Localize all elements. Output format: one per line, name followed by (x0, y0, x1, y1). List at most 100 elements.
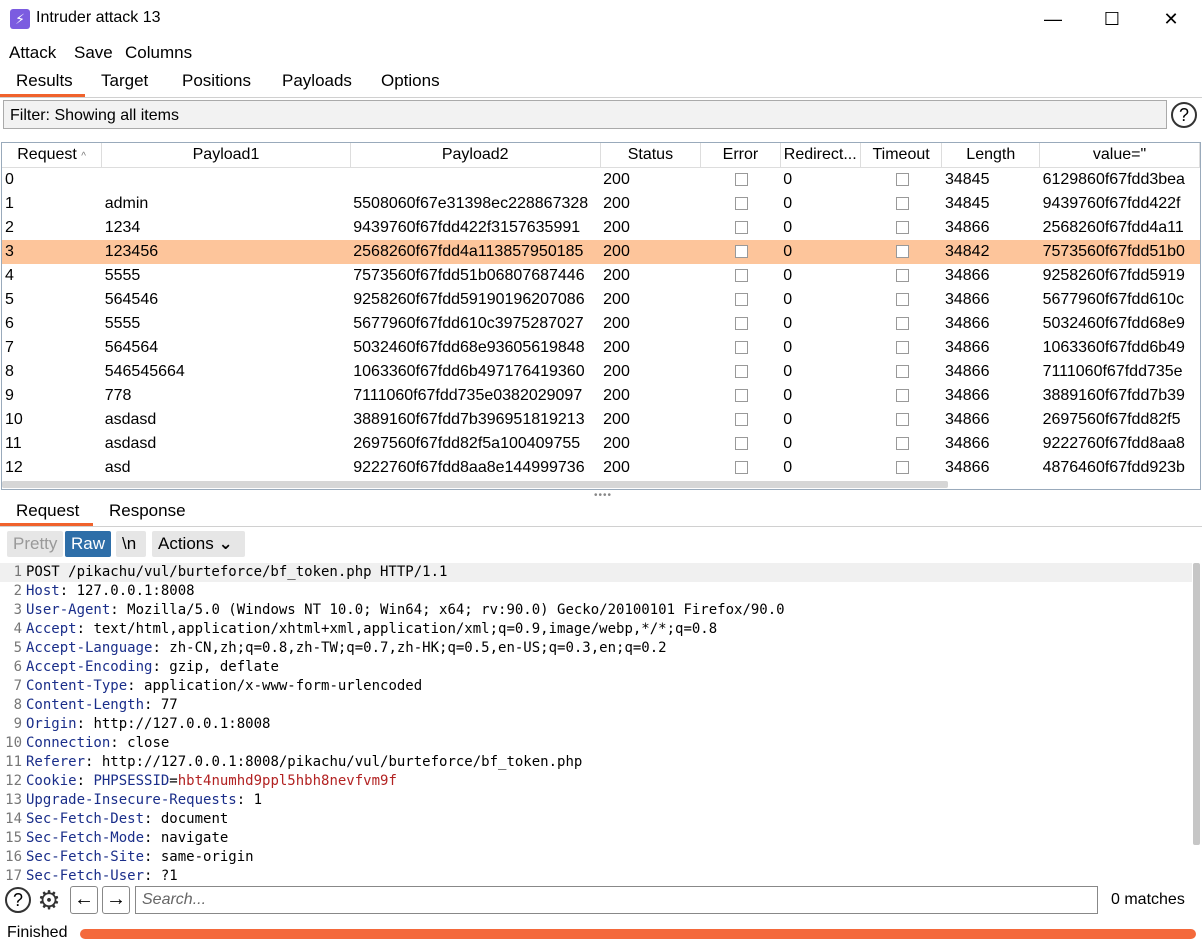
pretty-button[interactable]: Pretty (7, 531, 63, 557)
table-row[interactable]: 4 5555 7573560f67fdd51b06807687446 200 0 3486… (2, 264, 1200, 288)
lower-tabs-divider (0, 526, 1202, 527)
table-row[interactable]: 7 564564 5032460f67fdd68e93605619848 200 0 34… (2, 336, 1200, 360)
checkbox-icon (735, 293, 749, 307)
cell-error (701, 312, 781, 336)
cell-payload2: 9258260f67fdd59190196207086 (353, 291, 585, 308)
cell-status: 200 (603, 219, 630, 236)
menu-attack[interactable]: Attack (9, 43, 56, 63)
request-line: 15 Sec-Fetch-Mode: navigate (0, 829, 1192, 848)
column-header-payload2[interactable]: Payload2 (350, 143, 601, 168)
cell-length: 34866 (944, 411, 990, 428)
request-line: 2 Host: 127.0.0.1:8008 (0, 582, 1192, 601)
close-button[interactable]: ✕ (1142, 0, 1200, 38)
header-name: Sec-Fetch-Dest (26, 811, 145, 827)
cell-length: 34866 (944, 387, 990, 404)
cell-length: 34866 (944, 459, 990, 476)
checkbox-icon (896, 293, 910, 307)
cell-timeout (860, 360, 942, 384)
raw-button[interactable]: Raw (65, 531, 111, 557)
cell-redirect: 0 (780, 240, 861, 264)
table-row[interactable]: 6 5555 5677960f67fdd610c3975287027 200 0 3486… (2, 312, 1200, 336)
table-row[interactable]: 0 200 0 34845 6129860f67fdd3bea (2, 168, 1200, 193)
cell-status: 200 (603, 459, 630, 476)
header-name: Content-Length (26, 697, 145, 713)
cell-value: 6129860f67fdd3bea (1042, 171, 1185, 188)
header-separator: : (76, 716, 94, 732)
cell-payload2: 5032460f67fdd68e93605619848 (353, 339, 585, 356)
search-previous-button[interactable]: ← (70, 886, 98, 914)
filter-bar[interactable]: Filter: Showing all items (3, 100, 1167, 129)
checkbox-icon (896, 269, 910, 283)
cell-payload2: 7111060f67fdd735e0382029097 (353, 387, 583, 404)
splitter-handle[interactable]: •••• (594, 490, 612, 501)
header-name: Host (26, 583, 60, 599)
column-header-error[interactable]: Error (700, 143, 781, 168)
cell-payload2: 9222760f67fdd8aa8e144999736 (353, 459, 585, 476)
checkbox-icon (896, 341, 910, 355)
column-header-value[interactable]: value=" (1039, 143, 1200, 168)
checkbox-icon (735, 413, 749, 427)
tab-payloads[interactable]: Payloads (282, 71, 352, 97)
column-header-length[interactable]: Length (941, 143, 1041, 168)
cell-value: 5032460f67fdd68e9 (1042, 315, 1185, 332)
search-input[interactable] (135, 886, 1098, 914)
table-row[interactable]: 11 asdasd 2697560f67fdd82f5a100409755 200 0 3… (2, 432, 1200, 456)
cell-request: 0 (5, 171, 14, 188)
tab-response[interactable]: Response (109, 501, 186, 521)
cell-length: 34866 (944, 435, 990, 452)
request-line: 12 Cookie: PHPSESSID=hbt4numhd9ppl5hbh8ne… (0, 772, 1192, 791)
newline-toggle-button[interactable]: \n (116, 531, 146, 557)
help-icon[interactable]: ? (1171, 102, 1197, 128)
minimize-button[interactable]: — (1024, 0, 1082, 38)
maximize-button[interactable]: ☐ (1083, 0, 1141, 38)
column-header-request[interactable]: Request ^ (2, 143, 103, 168)
header-value: gzip, deflate (169, 659, 279, 675)
tab-positions[interactable]: Positions (182, 71, 251, 97)
column-header-payload1[interactable]: Payload1 (101, 143, 351, 168)
cell-length: 34866 (944, 315, 990, 332)
cell-request: 9 (5, 387, 14, 404)
line-number: 6 (13, 659, 22, 675)
request-line: 5 Accept-Language: zh-CN,zh;q=0.8,zh-TW;q… (0, 639, 1192, 658)
line-number: 17 (5, 868, 22, 884)
menu-columns[interactable]: Columns (125, 43, 192, 63)
cell-payload1: 123456 (101, 240, 351, 264)
request-line: 11 Referer: http://127.0.0.1:8008/pikachu… (0, 753, 1192, 772)
table-row[interactable]: 3 123456 2568260f67fdd4a113857950185 200 0 34… (2, 240, 1200, 264)
actions-dropdown[interactable]: Actions ⌄ (152, 531, 245, 557)
tab-request[interactable]: Request (16, 501, 79, 521)
cell-timeout (860, 384, 942, 408)
menu-save[interactable]: Save (74, 43, 113, 63)
tab-target[interactable]: Target (101, 71, 148, 97)
cell-error (701, 408, 781, 432)
line-number: 15 (5, 830, 22, 846)
line-number: 10 (5, 735, 22, 751)
request-line: 10 Connection: close (0, 734, 1192, 753)
cell-payload2 (350, 168, 600, 193)
help-icon[interactable]: ? (5, 887, 31, 913)
table-row[interactable]: 10 asdasd 3889160f67fdd7b396951819213 200 0 3… (2, 408, 1200, 432)
cookie-value: hbt4numhd9ppl5hbh8nevfvm9f (177, 773, 397, 789)
table-row[interactable]: 1 admin 5508060f67e31398ec228867328 200 0 348… (2, 192, 1200, 216)
table-row[interactable]: 2 1234 9439760f67fdd422f3157635991 200 0 3486… (2, 216, 1200, 240)
search-next-button[interactable]: → (102, 886, 130, 914)
checkbox-icon (896, 245, 910, 259)
column-header-redirect[interactable]: Redirect... (780, 143, 861, 168)
header-value: text/html,application/xhtml+xml,applicat… (93, 621, 718, 637)
gear-icon[interactable]: ⚙ (35, 886, 63, 914)
column-header-timeout[interactable]: Timeout (860, 143, 943, 168)
table-row[interactable]: 8 546545664 1063360f67fdd6b497176419360 200… (2, 360, 1200, 384)
request-editor[interactable]: 1 POST /pikachu/vul/burteforce/bf_token.p… (0, 563, 1192, 885)
table-row[interactable]: 12 asd 9222760f67fdd8aa8e144999736 200 0 3486… (2, 456, 1200, 480)
line-number: 13 (5, 792, 22, 808)
column-header-status[interactable]: Status (600, 143, 702, 168)
cell-value: 7111060f67fdd735e (1042, 363, 1183, 380)
cell-request: 10 (5, 411, 23, 428)
vertical-scrollbar[interactable] (1193, 563, 1200, 845)
tab-options[interactable]: Options (381, 71, 440, 97)
cell-length: 34842 (941, 240, 1040, 264)
table-row[interactable]: 9 778 7111060f67fdd735e0382029097 200 0 34866… (2, 384, 1200, 408)
horizontal-scrollbar[interactable] (2, 481, 948, 488)
table-row[interactable]: 5 564546 9258260f67fdd59190196207086 200 0 34… (2, 288, 1200, 312)
cell-redirect: 0 (783, 339, 793, 356)
